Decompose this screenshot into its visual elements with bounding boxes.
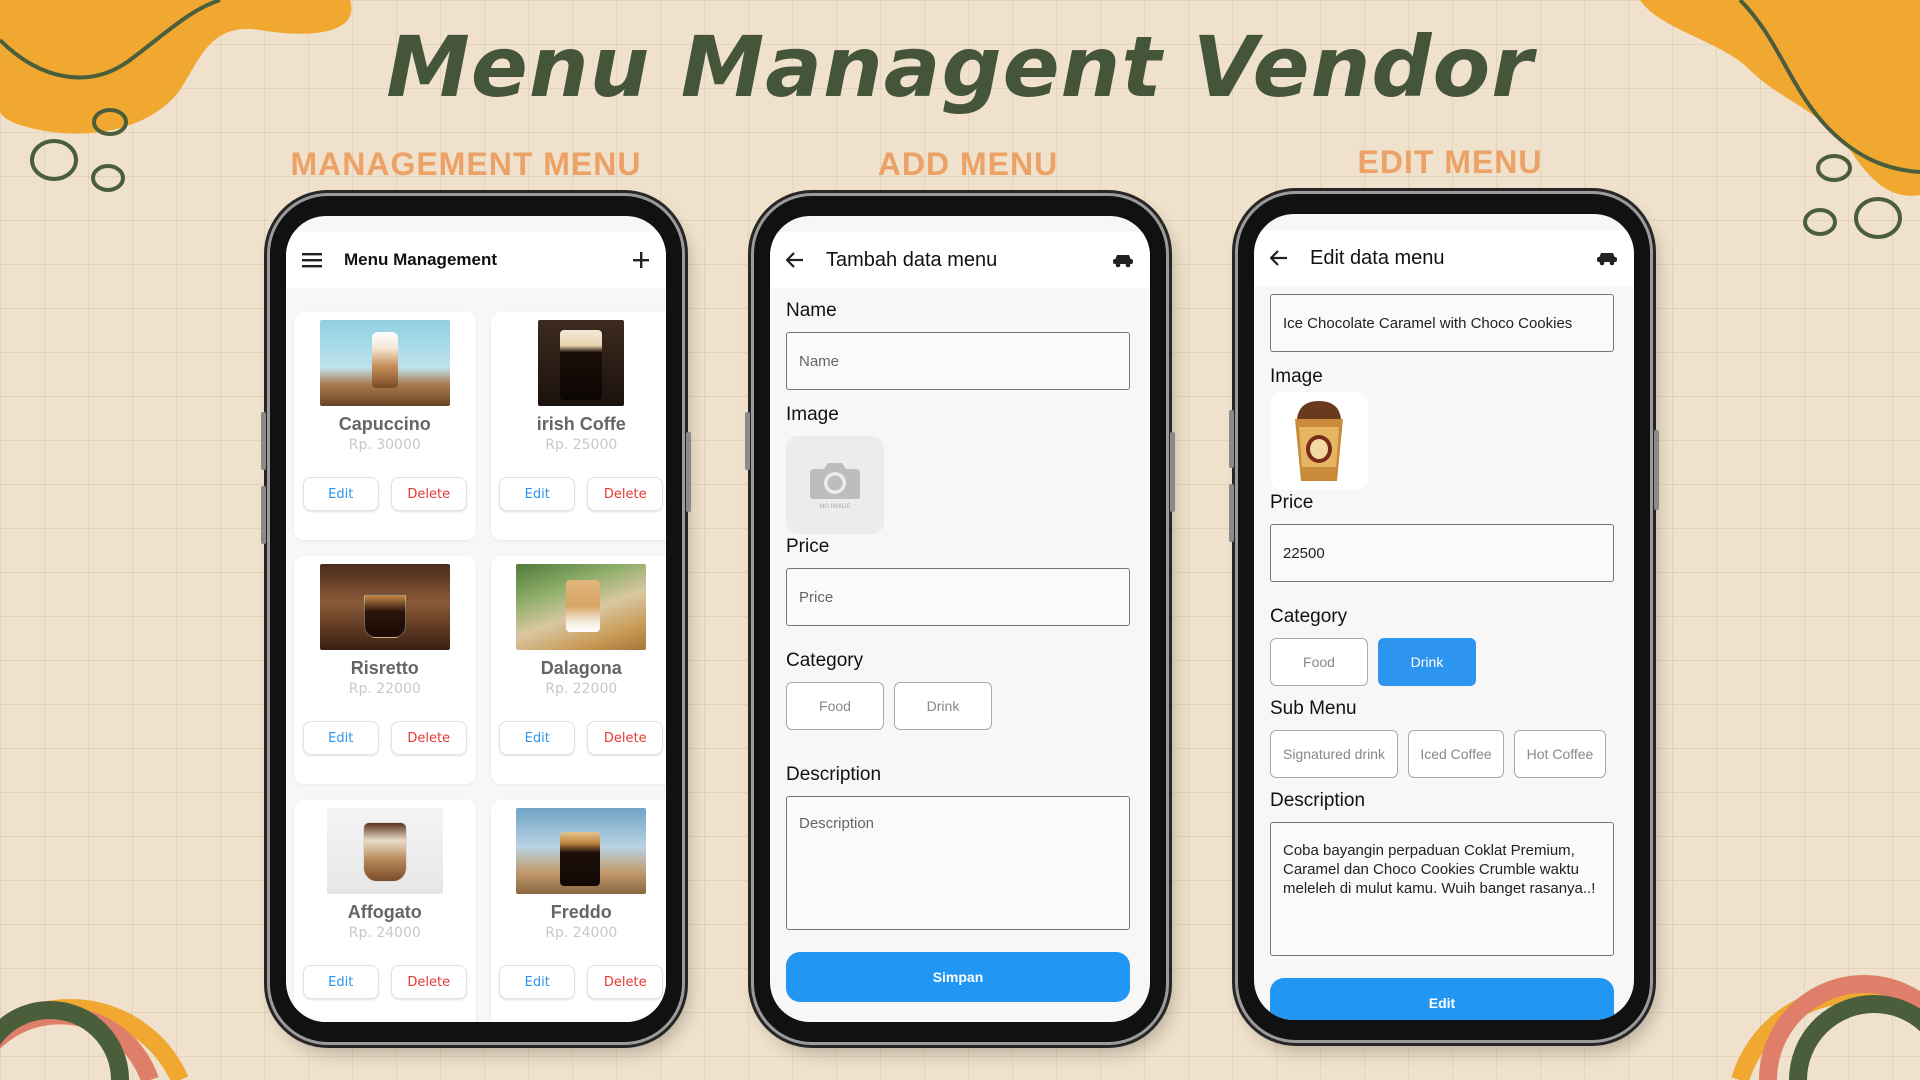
- menu-item-image[interactable]: [1270, 392, 1368, 490]
- edit-button[interactable]: Edit: [302, 965, 379, 999]
- menu-item-name: irish Coffe: [536, 414, 626, 434]
- image-picker[interactable]: NO IMAGE: [786, 436, 884, 534]
- edit-menu-form: Ice Chocolate Caramel with Choco Cookies…: [1254, 286, 1634, 1020]
- category-chip-food[interactable]: Food: [1270, 638, 1368, 686]
- menu-item-name: Affogato: [347, 902, 422, 922]
- phone-edit-menu: Edit data menu Ice Chocolate Caramel wit…: [1229, 194, 1659, 1040]
- menu-item-image: [319, 320, 450, 406]
- category-chips: Food Drink: [786, 682, 1134, 730]
- submenu-label: Sub Menu: [1270, 698, 1357, 719]
- back-arrow-icon[interactable]: [786, 252, 804, 268]
- description-input[interactable]: Description: [786, 796, 1130, 930]
- camera-icon: [808, 461, 862, 501]
- app-bar: Menu Management: [286, 232, 666, 288]
- delete-button[interactable]: Delete: [390, 721, 467, 755]
- menu-item-price: Rp. 24000: [348, 925, 421, 941]
- back-arrow-icon[interactable]: [1270, 250, 1288, 266]
- delete-button[interactable]: Delete: [390, 965, 467, 999]
- drink-cup-icon: [1295, 401, 1343, 481]
- screen-add-menu: Tambah data menu Name Name Image NO IMAG…: [770, 216, 1150, 1022]
- section-title-management: MANAGEMENT MENU: [290, 146, 642, 182]
- menu-card: Affogato Rp. 24000 Edit Delete: [294, 800, 476, 1022]
- image-label: Image: [786, 404, 839, 425]
- description-label: Description: [786, 764, 882, 785]
- car-icon: [1112, 252, 1134, 268]
- add-menu-form: Name Name Image NO IMAGE Price Price Cat…: [770, 288, 1150, 1002]
- menu-item-image: [516, 564, 647, 650]
- menu-card: Capuccino Rp. 30000 Edit Delete: [294, 312, 476, 540]
- screen-edit-menu: Edit data menu Ice Chocolate Caramel wit…: [1254, 214, 1634, 1020]
- menu-item-price: Rp. 25000: [545, 437, 618, 453]
- phone-add-menu: Tambah data menu Name Name Image NO IMAG…: [745, 196, 1175, 1042]
- decor-rainbow-bottom-left: [0, 999, 189, 1080]
- submenu-chip-hot-coffee[interactable]: Hot Coffee: [1514, 730, 1606, 778]
- app-bar-title: Edit data menu: [1310, 246, 1445, 269]
- submenu-chip-iced-coffee[interactable]: Iced Coffee: [1408, 730, 1504, 778]
- description-label: Description: [1270, 790, 1366, 811]
- delete-button[interactable]: Delete: [587, 965, 664, 999]
- menu-item-name: Dalagona: [540, 658, 622, 678]
- decor-rainbow-bottom-right: [1731, 975, 1920, 1080]
- price-label: Price: [786, 536, 830, 557]
- simpan-button[interactable]: Simpan: [786, 952, 1130, 1002]
- section-title-edit: EDIT MENU: [1357, 144, 1543, 180]
- app-bar: Edit data menu: [1254, 230, 1634, 286]
- menu-card: Risretto Rp. 22000 Edit Delete: [294, 556, 476, 784]
- edit-button[interactable]: Edit: [499, 965, 576, 999]
- name-input[interactable]: Ice Chocolate Caramel with Choco Cookies: [1270, 294, 1614, 352]
- submenu-chips: Signatured drink Iced Coffee Hot Coffee: [1270, 730, 1618, 778]
- phone-management: Menu Management Capuccino Rp. 30000 Edit…: [261, 196, 691, 1042]
- add-icon[interactable]: [632, 251, 650, 269]
- menu-item-price: Rp. 22000: [348, 681, 421, 697]
- car-icon: [1596, 250, 1618, 266]
- menu-grid: Capuccino Rp. 30000 Edit Delete irish Co…: [286, 288, 666, 1022]
- edit-button[interactable]: Edit: [499, 477, 576, 511]
- delete-button[interactable]: Delete: [390, 477, 467, 511]
- delete-button[interactable]: Delete: [587, 721, 664, 755]
- price-label: Price: [1270, 492, 1314, 513]
- image-label: Image: [1270, 366, 1323, 387]
- no-image-text: NO IMAGE: [819, 502, 851, 510]
- menu-card: Freddo Rp. 24000 Edit Delete: [490, 800, 666, 1022]
- category-label: Category: [1270, 606, 1348, 627]
- app-bar-title: Tambah data menu: [826, 248, 998, 271]
- page-title: Menu Managent Vendor: [386, 18, 1534, 116]
- category-chips: Food Drink: [1270, 638, 1618, 686]
- menu-item-image: [516, 808, 647, 894]
- section-title-add: ADD MENU: [877, 146, 1059, 182]
- menu-item-price: Rp. 24000: [545, 925, 618, 941]
- name-label: Name: [786, 300, 837, 321]
- menu-item-price: Rp. 22000: [545, 681, 618, 697]
- edit-button[interactable]: Edit: [302, 477, 379, 511]
- category-chip-food[interactable]: Food: [786, 682, 884, 730]
- menu-card: Dalagona Rp. 22000 Edit Delete: [490, 556, 666, 784]
- menu-item-name: Capuccino: [338, 414, 431, 434]
- name-input[interactable]: Name: [786, 332, 1130, 390]
- description-input[interactable]: Coba bayangin perpaduan Coklat Premium, …: [1270, 822, 1614, 956]
- category-label: Category: [786, 650, 864, 671]
- app-bar: Tambah data menu: [770, 232, 1150, 288]
- menu-card: irish Coffe Rp. 25000 Edit Delete: [490, 312, 666, 540]
- menu-item-image: [538, 320, 625, 406]
- menu-item-image: [326, 808, 443, 894]
- price-input[interactable]: 22500: [1270, 524, 1614, 582]
- hamburger-menu-icon[interactable]: [302, 252, 322, 268]
- screen-management: Menu Management Capuccino Rp. 30000 Edit…: [286, 216, 666, 1022]
- app-bar-title: Menu Management: [344, 250, 498, 269]
- edit-submit-button[interactable]: Edit: [1270, 978, 1614, 1020]
- menu-item-name: Risretto: [350, 658, 419, 678]
- edit-button[interactable]: Edit: [499, 721, 576, 755]
- menu-item-price: Rp. 30000: [348, 437, 421, 453]
- menu-item-name: Freddo: [550, 902, 612, 922]
- delete-button[interactable]: Delete: [587, 477, 664, 511]
- price-input[interactable]: Price: [786, 568, 1130, 626]
- category-chip-drink[interactable]: Drink: [894, 682, 992, 730]
- edit-button[interactable]: Edit: [302, 721, 379, 755]
- menu-item-image: [319, 564, 450, 650]
- category-chip-drink[interactable]: Drink: [1378, 638, 1476, 686]
- submenu-chip-signatured-drink[interactable]: Signatured drink: [1270, 730, 1398, 778]
